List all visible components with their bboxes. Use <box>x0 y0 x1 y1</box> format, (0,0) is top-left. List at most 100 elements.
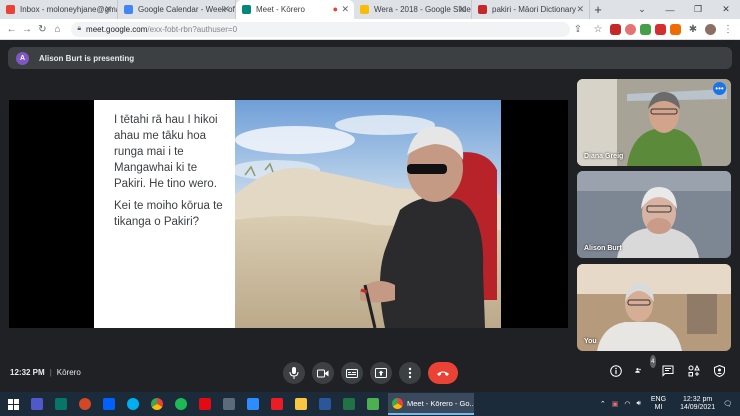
back-icon[interactable]: ← <box>4 21 19 37</box>
notifications-icon[interactable]: 🗨︎ <box>723 400 732 408</box>
meeting-details-icon[interactable] <box>609 364 622 377</box>
ext-grammar-icon[interactable] <box>625 23 636 35</box>
tab-slides[interactable]: Wera - 2018 - Google Slides ✕ <box>354 0 472 19</box>
microphone-button[interactable] <box>283 362 305 384</box>
calendar-icon <box>124 5 133 14</box>
powerpoint-icon[interactable] <box>74 393 96 415</box>
participant-tile[interactable]: Alison Burt <box>577 171 731 258</box>
keyboard-code: MI <box>654 404 663 411</box>
more-options-button[interactable] <box>399 362 421 384</box>
tab-strip: Inbox - moloneyhjane@gmail ✕ Google Cale… <box>0 0 740 19</box>
browser-chrome: Inbox - moloneyhjane@gmail ✕ Google Cale… <box>0 0 740 40</box>
taskbar-chrome-meet[interactable]: Meet - Kōrero - Go... <box>388 393 474 415</box>
host-controls-icon[interactable] <box>713 364 726 377</box>
ext-shield-icon[interactable] <box>610 23 621 35</box>
chrome-icon[interactable] <box>146 393 168 415</box>
captions-icon <box>346 368 358 378</box>
participant-tile[interactable]: ••• Diana Greig <box>577 79 731 166</box>
camera-icon <box>317 369 329 377</box>
slide-text: I tētahi rā hau I hikoi ahau me tāku hoa… <box>94 100 234 328</box>
participant-tile[interactable]: You <box>577 264 731 351</box>
microphone-icon <box>289 367 299 379</box>
publisher-icon[interactable] <box>50 393 72 415</box>
tray-chevron-icon[interactable]: ⌃ <box>600 400 606 408</box>
file-explorer-icon[interactable] <box>290 393 312 415</box>
minimize-icon[interactable]: — <box>656 0 684 19</box>
activities-icon[interactable] <box>687 364 700 377</box>
spotify-icon[interactable] <box>170 393 192 415</box>
lock-icon: 🔒︎ <box>77 25 82 32</box>
close-tab-icon[interactable]: ✕ <box>104 4 112 15</box>
tray-app-icon[interactable]: ▣ <box>612 400 619 408</box>
system-tray: ⌃ ▣ ◠ 🔊︎ ENG MI 12:32 pm 14/09/2021 🗨︎ <box>600 392 740 416</box>
windows-start-icon[interactable] <box>2 393 24 415</box>
shared-slide: I tētahi rā hau I hikoi ahau me tāku hoa… <box>94 100 501 328</box>
camera-button[interactable] <box>312 362 334 384</box>
share-icon[interactable]: ⇪ <box>570 21 586 37</box>
tab-meet[interactable]: Meet - Kōrero ● ✕ <box>236 0 354 19</box>
restore-icon[interactable]: ❐ <box>684 0 712 19</box>
chrome-icon <box>392 397 403 409</box>
netflix-icon[interactable] <box>194 393 216 415</box>
window-controls: ⌄ — ❐ ✕ <box>628 0 740 19</box>
acrobat-icon[interactable] <box>266 393 288 415</box>
excel-icon[interactable] <box>338 393 360 415</box>
windows-taskbar: Meet - Kōrero - Go... ⌃ ▣ ◠ 🔊︎ ENG MI 12… <box>0 392 740 416</box>
chat-icon[interactable] <box>661 364 674 377</box>
captions-button[interactable] <box>341 362 363 384</box>
forward-icon[interactable]: → <box>19 21 34 37</box>
tab-title: Inbox - moloneyhjane@gmail <box>20 5 118 14</box>
word-icon[interactable] <box>314 393 336 415</box>
taskbar-clock[interactable]: 12:32 pm 14/09/2021 <box>680 396 715 412</box>
volume-icon[interactable]: 🔊︎ <box>636 400 640 408</box>
people-icon[interactable]: 4 <box>635 355 656 377</box>
taskbar-task-title: Meet - Kōrero - Go... <box>407 398 474 408</box>
ext-cart-icon[interactable] <box>670 23 681 35</box>
tab-title: Wera - 2018 - Google Slides <box>374 5 472 14</box>
close-tab-icon[interactable]: ✕ <box>222 4 230 15</box>
close-window-icon[interactable]: ✕ <box>712 0 740 19</box>
tab-gmail[interactable]: Inbox - moloneyhjane@gmail ✕ <box>0 0 118 19</box>
new-tab-button[interactable]: + <box>590 0 606 19</box>
meeting-time: 12:32 PM <box>10 368 45 377</box>
shield-app-icon[interactable] <box>362 393 384 415</box>
profile-avatar[interactable] <box>705 23 716 35</box>
wifi-icon[interactable]: ◠ <box>624 400 630 408</box>
dropbox-icon[interactable] <box>98 393 120 415</box>
tab-dictionary[interactable]: pakiri - Māori Dictionary ✕ <box>472 0 590 19</box>
slide-paragraph: I tētahi rā hau I hikoi ahau me tāku hoa… <box>114 114 218 190</box>
clock-date: 14/09/2021 <box>680 404 716 411</box>
more-options-icon[interactable]: ••• <box>713 82 726 95</box>
close-tab-icon[interactable]: ✕ <box>341 4 349 15</box>
presenting-text: Alison Burt is presenting <box>39 53 135 63</box>
teams-icon[interactable] <box>26 393 48 415</box>
tab-title: Google Calendar - Week of 1 <box>138 5 236 14</box>
browser-menu-icon[interactable]: ⋮ <box>720 21 736 37</box>
reload-icon[interactable]: ↻ <box>35 21 50 37</box>
input-language[interactable]: ENG MI <box>651 396 666 412</box>
end-call-button[interactable] <box>428 362 458 384</box>
tab-title: Meet - Kōrero <box>256 5 305 14</box>
zoom-icon[interactable] <box>242 393 264 415</box>
close-tab-icon[interactable]: ✕ <box>576 4 584 15</box>
more-vert-icon <box>408 367 412 379</box>
home-icon[interactable]: ⌂ <box>50 21 65 37</box>
close-tab-icon[interactable]: ✕ <box>458 4 466 15</box>
extensions-puzzle-icon[interactable]: ✱ <box>685 21 701 37</box>
bookmark-star-icon[interactable]: ☆ <box>590 21 606 37</box>
presentation-stage: I tētahi rā hau I hikoi ahau me tāku hoa… <box>9 100 568 328</box>
tab-search-icon[interactable]: ⌄ <box>628 0 656 19</box>
present-screen-icon <box>375 368 387 378</box>
address-bar[interactable]: 🔒︎ meet.google.com/exx-fobt-rbn?authuser… <box>71 21 570 37</box>
skype-icon[interactable] <box>122 393 144 415</box>
meeting-controls-bar: 12:32 PM | Kōrero 4 <box>0 355 740 390</box>
ext-green-icon[interactable] <box>640 23 651 35</box>
meeting-side-controls: 4 <box>609 355 726 377</box>
slides-icon <box>360 5 369 14</box>
url-text: meet.google.com/exx-fobt-rbn?authuser=0 <box>86 24 238 34</box>
gmail-icon <box>6 5 15 14</box>
calculator-icon[interactable] <box>218 393 240 415</box>
tab-calendar[interactable]: Google Calendar - Week of 1 ✕ <box>118 0 236 19</box>
ext-pdf-icon[interactable] <box>655 23 666 35</box>
present-screen-button[interactable] <box>370 362 392 384</box>
